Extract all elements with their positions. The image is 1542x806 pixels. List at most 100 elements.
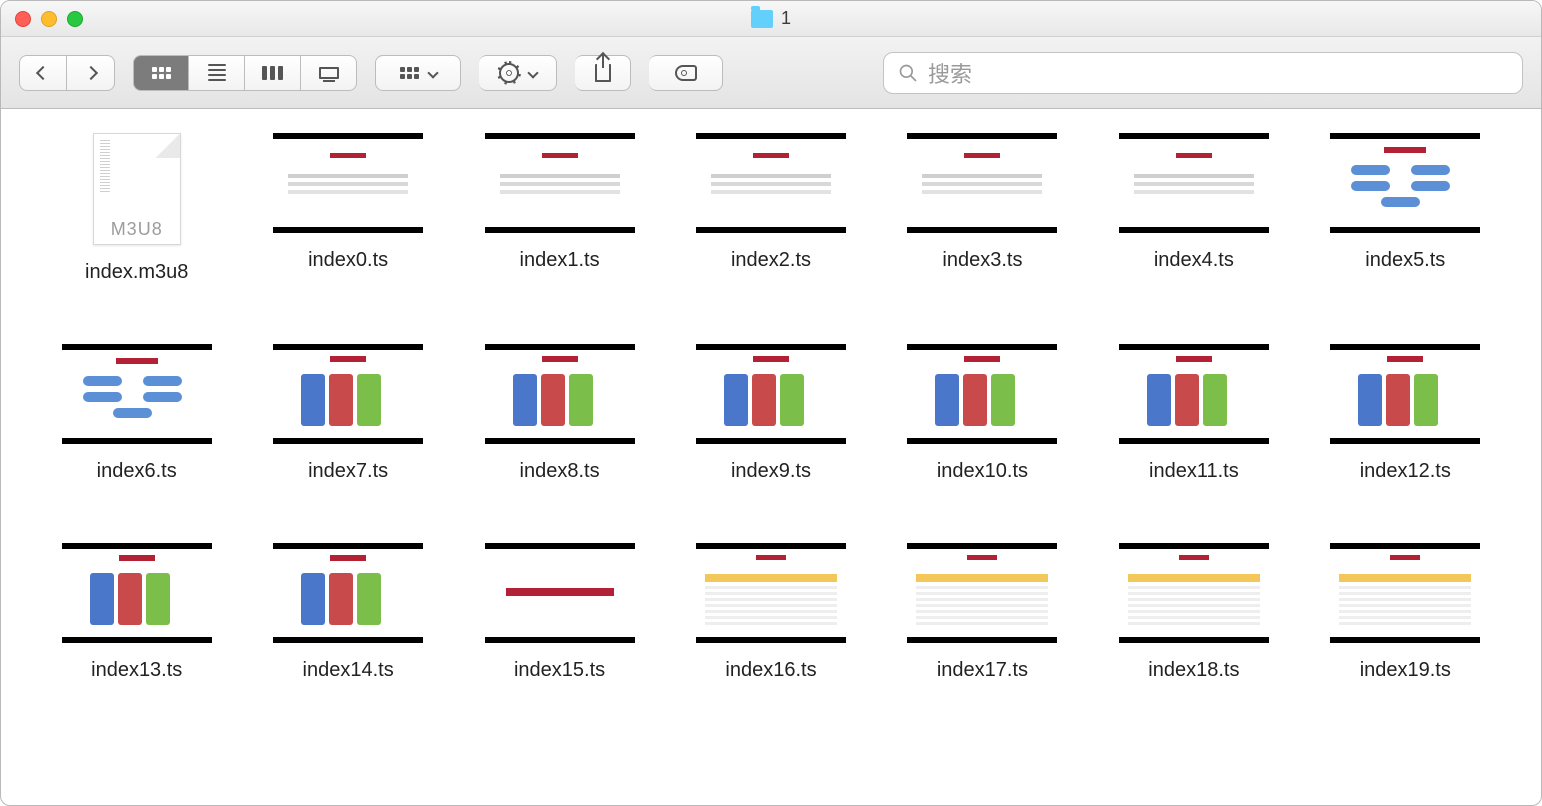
file-name: index2.ts bbox=[731, 249, 811, 272]
toolbar: 搜索 bbox=[1, 37, 1541, 109]
gallery-view-icon bbox=[319, 67, 339, 79]
file-item[interactable]: index17.ts bbox=[887, 543, 1078, 682]
file-item[interactable]: index4.ts bbox=[1098, 133, 1289, 284]
back-button[interactable] bbox=[19, 55, 67, 91]
view-gallery-button[interactable] bbox=[301, 55, 357, 91]
arrange-icon bbox=[400, 67, 419, 79]
view-mode-buttons bbox=[133, 55, 357, 91]
file-thumbnail-video bbox=[273, 344, 423, 444]
file-name: index16.ts bbox=[725, 659, 816, 682]
titlebar: 1 bbox=[1, 1, 1541, 37]
file-item[interactable]: index12.ts bbox=[1310, 344, 1501, 483]
file-thumbnail-video bbox=[696, 133, 846, 233]
column-view-icon bbox=[262, 66, 283, 80]
file-name: index.m3u8 bbox=[85, 261, 188, 284]
view-icon-button[interactable] bbox=[133, 55, 189, 91]
file-name: index19.ts bbox=[1360, 659, 1451, 682]
file-item[interactable]: index8.ts bbox=[464, 344, 655, 483]
folder-icon bbox=[751, 10, 773, 28]
file-name: index1.ts bbox=[520, 249, 600, 272]
file-item[interactable]: index14.ts bbox=[252, 543, 443, 682]
file-item[interactable]: index2.ts bbox=[675, 133, 866, 284]
share-icon bbox=[595, 64, 611, 82]
file-item[interactable]: index3.ts bbox=[887, 133, 1078, 284]
file-item[interactable]: index9.ts bbox=[675, 344, 866, 483]
file-name: index18.ts bbox=[1148, 659, 1239, 682]
file-item[interactable]: index15.ts bbox=[464, 543, 655, 682]
file-thumbnail-video bbox=[1330, 133, 1480, 233]
search-field[interactable]: 搜索 bbox=[883, 52, 1523, 94]
file-thumbnail-video bbox=[696, 344, 846, 444]
view-column-button[interactable] bbox=[245, 55, 301, 91]
file-name: index3.ts bbox=[942, 249, 1022, 272]
file-name: index6.ts bbox=[97, 460, 177, 483]
file-thumbnail-video bbox=[485, 344, 635, 444]
file-item[interactable]: index11.ts bbox=[1098, 344, 1289, 483]
file-thumbnail-video bbox=[1119, 133, 1269, 233]
file-name: index13.ts bbox=[91, 659, 182, 682]
file-thumbnail-document: M3U8 bbox=[93, 133, 181, 245]
window-controls bbox=[15, 11, 83, 27]
close-window-button[interactable] bbox=[15, 11, 31, 27]
file-thumbnail-video bbox=[485, 543, 635, 643]
tag-icon bbox=[675, 65, 697, 81]
chevron-down-icon bbox=[427, 67, 438, 78]
file-name: index10.ts bbox=[937, 460, 1028, 483]
file-thumbnail-video bbox=[907, 133, 1057, 233]
file-thumbnail-video bbox=[273, 133, 423, 233]
window-title-text: 1 bbox=[781, 8, 791, 29]
file-item[interactable]: index1.ts bbox=[464, 133, 655, 284]
file-thumbnail-video bbox=[62, 344, 212, 444]
file-name: index17.ts bbox=[937, 659, 1028, 682]
file-item[interactable]: index16.ts bbox=[675, 543, 866, 682]
file-thumbnail-video bbox=[907, 543, 1057, 643]
finder-window: 1 bbox=[0, 0, 1542, 806]
file-name: index9.ts bbox=[731, 460, 811, 483]
file-thumbnail-video bbox=[1119, 344, 1269, 444]
file-thumbnail-video bbox=[1330, 344, 1480, 444]
file-name: index12.ts bbox=[1360, 460, 1451, 483]
file-name: index11.ts bbox=[1149, 460, 1239, 483]
gear-icon bbox=[499, 63, 519, 83]
file-item[interactable]: index10.ts bbox=[887, 344, 1078, 483]
file-grid[interactable]: M3U8 index.m3u8 index0.ts index1.ts index2.t… bbox=[1, 109, 1541, 805]
file-item[interactable]: M3U8 index.m3u8 bbox=[41, 133, 232, 284]
chevron-down-icon bbox=[527, 67, 538, 78]
view-list-button[interactable] bbox=[189, 55, 245, 91]
file-thumbnail-video bbox=[273, 543, 423, 643]
tags-button[interactable] bbox=[649, 55, 723, 91]
list-view-icon bbox=[208, 64, 226, 81]
nav-buttons bbox=[19, 55, 115, 91]
file-item[interactable]: index5.ts bbox=[1310, 133, 1501, 284]
search-wrap: 搜索 bbox=[741, 52, 1523, 94]
window-title: 1 bbox=[751, 8, 791, 29]
file-name: index14.ts bbox=[303, 659, 394, 682]
file-item[interactable]: index19.ts bbox=[1310, 543, 1501, 682]
action-menu-button[interactable] bbox=[479, 55, 557, 91]
file-item[interactable]: index18.ts bbox=[1098, 543, 1289, 682]
file-thumbnail-video bbox=[485, 133, 635, 233]
icon-view-icon bbox=[152, 67, 171, 79]
file-name: index8.ts bbox=[520, 460, 600, 483]
file-name: index15.ts bbox=[514, 659, 605, 682]
file-name: index0.ts bbox=[308, 249, 388, 272]
share-button[interactable] bbox=[575, 55, 631, 91]
file-name: index7.ts bbox=[308, 460, 388, 483]
forward-button[interactable] bbox=[67, 55, 115, 91]
arrange-button[interactable] bbox=[375, 55, 461, 91]
file-thumbnail-video bbox=[62, 543, 212, 643]
zoom-window-button[interactable] bbox=[67, 11, 83, 27]
file-item[interactable]: index7.ts bbox=[252, 344, 443, 483]
file-item[interactable]: index6.ts bbox=[41, 344, 232, 483]
search-icon bbox=[898, 63, 918, 83]
file-thumbnail-video bbox=[1330, 543, 1480, 643]
file-name: index5.ts bbox=[1365, 249, 1445, 272]
file-item[interactable]: index13.ts bbox=[41, 543, 232, 682]
file-item[interactable]: index0.ts bbox=[252, 133, 443, 284]
search-placeholder: 搜索 bbox=[928, 57, 972, 89]
file-thumbnail-video bbox=[907, 344, 1057, 444]
minimize-window-button[interactable] bbox=[41, 11, 57, 27]
file-thumbnail-video bbox=[696, 543, 846, 643]
file-thumbnail-video bbox=[1119, 543, 1269, 643]
file-name: index4.ts bbox=[1154, 249, 1234, 272]
